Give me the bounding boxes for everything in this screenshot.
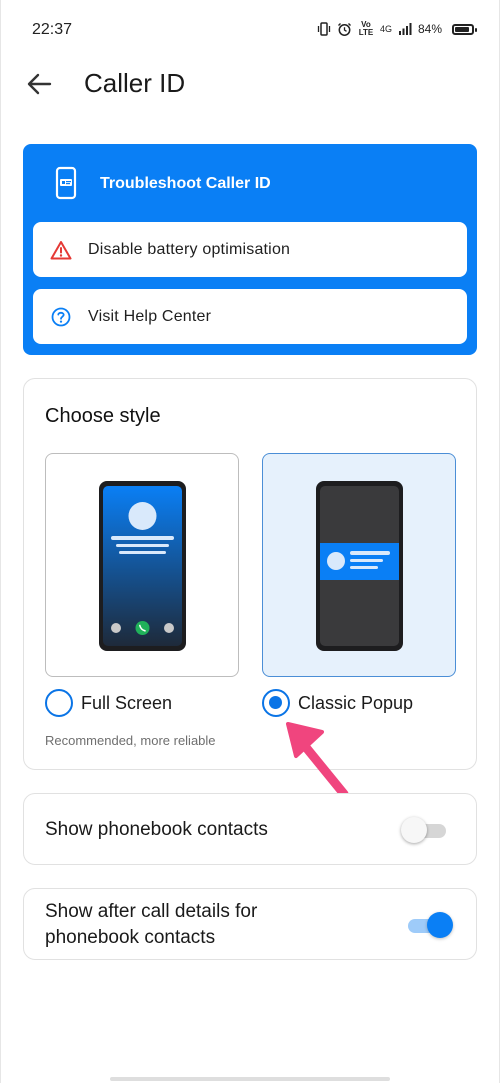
- show-after-call-details-toggle[interactable]: [404, 912, 453, 938]
- network-type-label: 4G: [379, 24, 392, 34]
- troubleshoot-card: Troubleshoot Caller ID Disable battery o…: [23, 144, 477, 355]
- visit-help-center-label: Visit Help Center: [88, 307, 212, 325]
- visit-help-center-item[interactable]: Visit Help Center: [33, 289, 467, 344]
- troubleshoot-header: Troubleshoot Caller ID: [23, 144, 477, 220]
- full-screen-radio[interactable]: [45, 689, 73, 717]
- choose-style-title: Choose style: [45, 405, 161, 427]
- back-button[interactable]: [26, 72, 54, 96]
- classic-popup-label[interactable]: Classic Popup: [298, 693, 413, 714]
- signal-icon: [398, 22, 412, 36]
- status-icons: Vo LTE 4G 84%: [317, 20, 477, 37]
- show-phonebook-contacts-label: Show phonebook contacts: [45, 819, 268, 840]
- toggle-thumb: [427, 912, 453, 938]
- show-phonebook-contacts-toggle[interactable]: [401, 817, 450, 843]
- home-indicator: [110, 1077, 390, 1081]
- status-time: 22:37: [32, 21, 73, 38]
- toggle-thumb: [401, 817, 427, 843]
- classic-popup-option[interactable]: [262, 453, 456, 677]
- show-after-call-details-row[interactable]: Show after call details for phonebook co…: [23, 888, 477, 960]
- full-screen-hint: Recommended, more reliable: [45, 733, 216, 748]
- choose-style-card: Choose style Full Screen Classic Popup R…: [23, 378, 477, 770]
- classic-popup-radio[interactable]: [262, 689, 290, 717]
- show-after-call-details-label: Show after call details for phonebook co…: [45, 901, 258, 948]
- disable-battery-optimisation-item[interactable]: Disable battery optimisation: [33, 222, 467, 277]
- vibrate-icon: [317, 22, 331, 36]
- full-screen-preview-illustration: [99, 481, 186, 651]
- battery-icon: [452, 23, 477, 35]
- disable-battery-optimisation-label: Disable battery optimisation: [88, 240, 291, 258]
- help-circle-icon: [50, 306, 72, 328]
- troubleshoot-title: Troubleshoot Caller ID: [100, 175, 271, 192]
- arrow-left-icon: [27, 73, 52, 95]
- caller-id-phone-icon: [55, 166, 77, 200]
- status-bar: 22:37 Vo LTE 4G 84%: [0, 0, 500, 60]
- show-phonebook-contacts-row[interactable]: Show phonebook contacts: [23, 793, 477, 865]
- battery-percent: 84%: [417, 22, 442, 36]
- classic-popup-preview-illustration: [316, 481, 403, 651]
- app-bar: Caller ID: [0, 60, 500, 110]
- volte-label: Vo LTE: [358, 20, 374, 37]
- page-title: Caller ID: [84, 68, 186, 98]
- full-screen-label[interactable]: Full Screen: [81, 693, 172, 714]
- warning-triangle-icon: [50, 239, 72, 261]
- alarm-icon: [337, 22, 352, 37]
- full-screen-option[interactable]: [45, 453, 239, 677]
